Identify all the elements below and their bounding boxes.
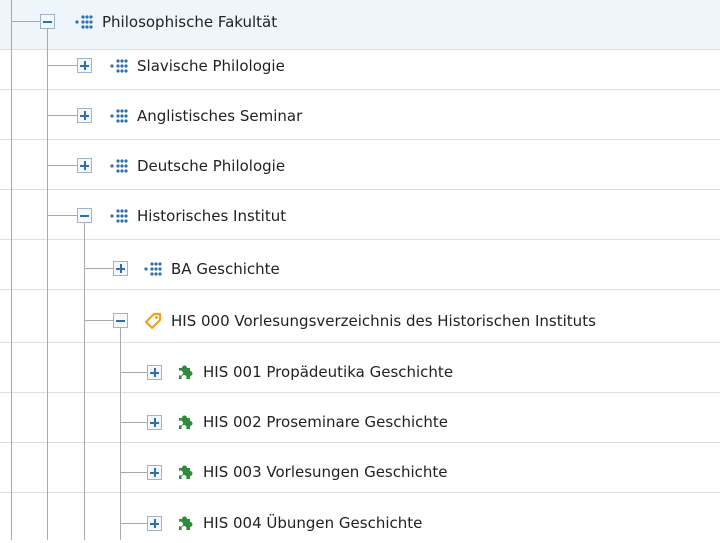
- tree-connector: [47, 29, 48, 540]
- collapse-toggle[interactable]: [77, 208, 92, 223]
- expand-toggle[interactable]: [147, 516, 162, 531]
- tree-node-label[interactable]: HIS 000 Vorlesungsverzeichnis des Histor…: [171, 312, 596, 330]
- tree-node-label[interactable]: HIS 002 Proseminare Geschichte: [203, 413, 448, 431]
- tree-connector: [120, 328, 121, 540]
- tree-node-label[interactable]: HIS 004 Übungen Geschichte: [203, 514, 422, 532]
- tree-node-label[interactable]: Slavische Philologie: [137, 57, 285, 75]
- org-unit-icon: [110, 209, 128, 223]
- org-unit-icon: [144, 262, 162, 276]
- tree-row[interactable]: HIS 000 Vorlesungsverzeichnis des Histor…: [0, 293, 720, 343]
- tree-node-label[interactable]: HIS 003 Vorlesungen Geschichte: [203, 463, 448, 481]
- tree-row[interactable]: Historisches Institut: [0, 190, 720, 240]
- expand-toggle[interactable]: [147, 415, 162, 430]
- puzzle-icon: [179, 365, 193, 379]
- tree-row[interactable]: Slavische Philologie: [0, 40, 720, 90]
- tree-connector: [84, 320, 113, 321]
- course-tree: Philosophische Fakultät Slavische Philol…: [0, 0, 720, 540]
- tree-node-label[interactable]: HIS 001 Propädeutika Geschichte: [203, 363, 453, 381]
- tree-node-label[interactable]: Philosophische Fakultät: [102, 13, 277, 31]
- org-unit-icon: [110, 159, 128, 173]
- tree-connector: [120, 372, 147, 373]
- puzzle-icon: [179, 516, 193, 530]
- tree-row[interactable]: Anglistisches Seminar: [0, 90, 720, 140]
- org-unit-icon: [110, 109, 128, 123]
- tree-connector: [84, 223, 85, 540]
- tree-row[interactable]: HIS 003 Vorlesungen Geschichte: [0, 443, 720, 493]
- tree-row[interactable]: HIS 001 Propädeutika Geschichte: [0, 343, 720, 393]
- expand-toggle[interactable]: [147, 465, 162, 480]
- expand-toggle[interactable]: [147, 365, 162, 380]
- tree-row[interactable]: HIS 002 Proseminare Geschichte: [0, 393, 720, 443]
- tree-connector: [120, 523, 147, 524]
- tree-row[interactable]: Deutsche Philologie: [0, 140, 720, 190]
- tree-connector: [47, 115, 77, 116]
- puzzle-icon: [179, 415, 193, 429]
- tree-connector: [84, 268, 113, 269]
- org-unit-icon: [110, 59, 128, 73]
- tree-connector: [47, 165, 77, 166]
- collapse-toggle[interactable]: [40, 14, 55, 29]
- tree-connector: [120, 422, 147, 423]
- expand-toggle[interactable]: [113, 261, 128, 276]
- tree-node-label[interactable]: Historisches Institut: [137, 207, 286, 225]
- tree-connector: [11, 0, 12, 540]
- org-unit-icon: [75, 15, 93, 29]
- tree-row[interactable]: HIS 004 Übungen Geschichte: [0, 493, 720, 543]
- tree-row[interactable]: BA Geschichte: [0, 240, 720, 290]
- tree-node-label[interactable]: BA Geschichte: [171, 260, 280, 278]
- tag-icon: [144, 312, 162, 330]
- tree-node-label[interactable]: Anglistisches Seminar: [137, 107, 302, 125]
- tree-connector: [11, 21, 40, 22]
- puzzle-icon: [179, 465, 193, 479]
- expand-toggle[interactable]: [77, 108, 92, 123]
- tree-connector: [120, 472, 147, 473]
- collapse-toggle[interactable]: [113, 313, 128, 328]
- tree-node-label[interactable]: Deutsche Philologie: [137, 157, 285, 175]
- expand-toggle[interactable]: [77, 58, 92, 73]
- tree-connector: [47, 215, 77, 216]
- expand-toggle[interactable]: [77, 158, 92, 173]
- tree-connector: [47, 65, 77, 66]
